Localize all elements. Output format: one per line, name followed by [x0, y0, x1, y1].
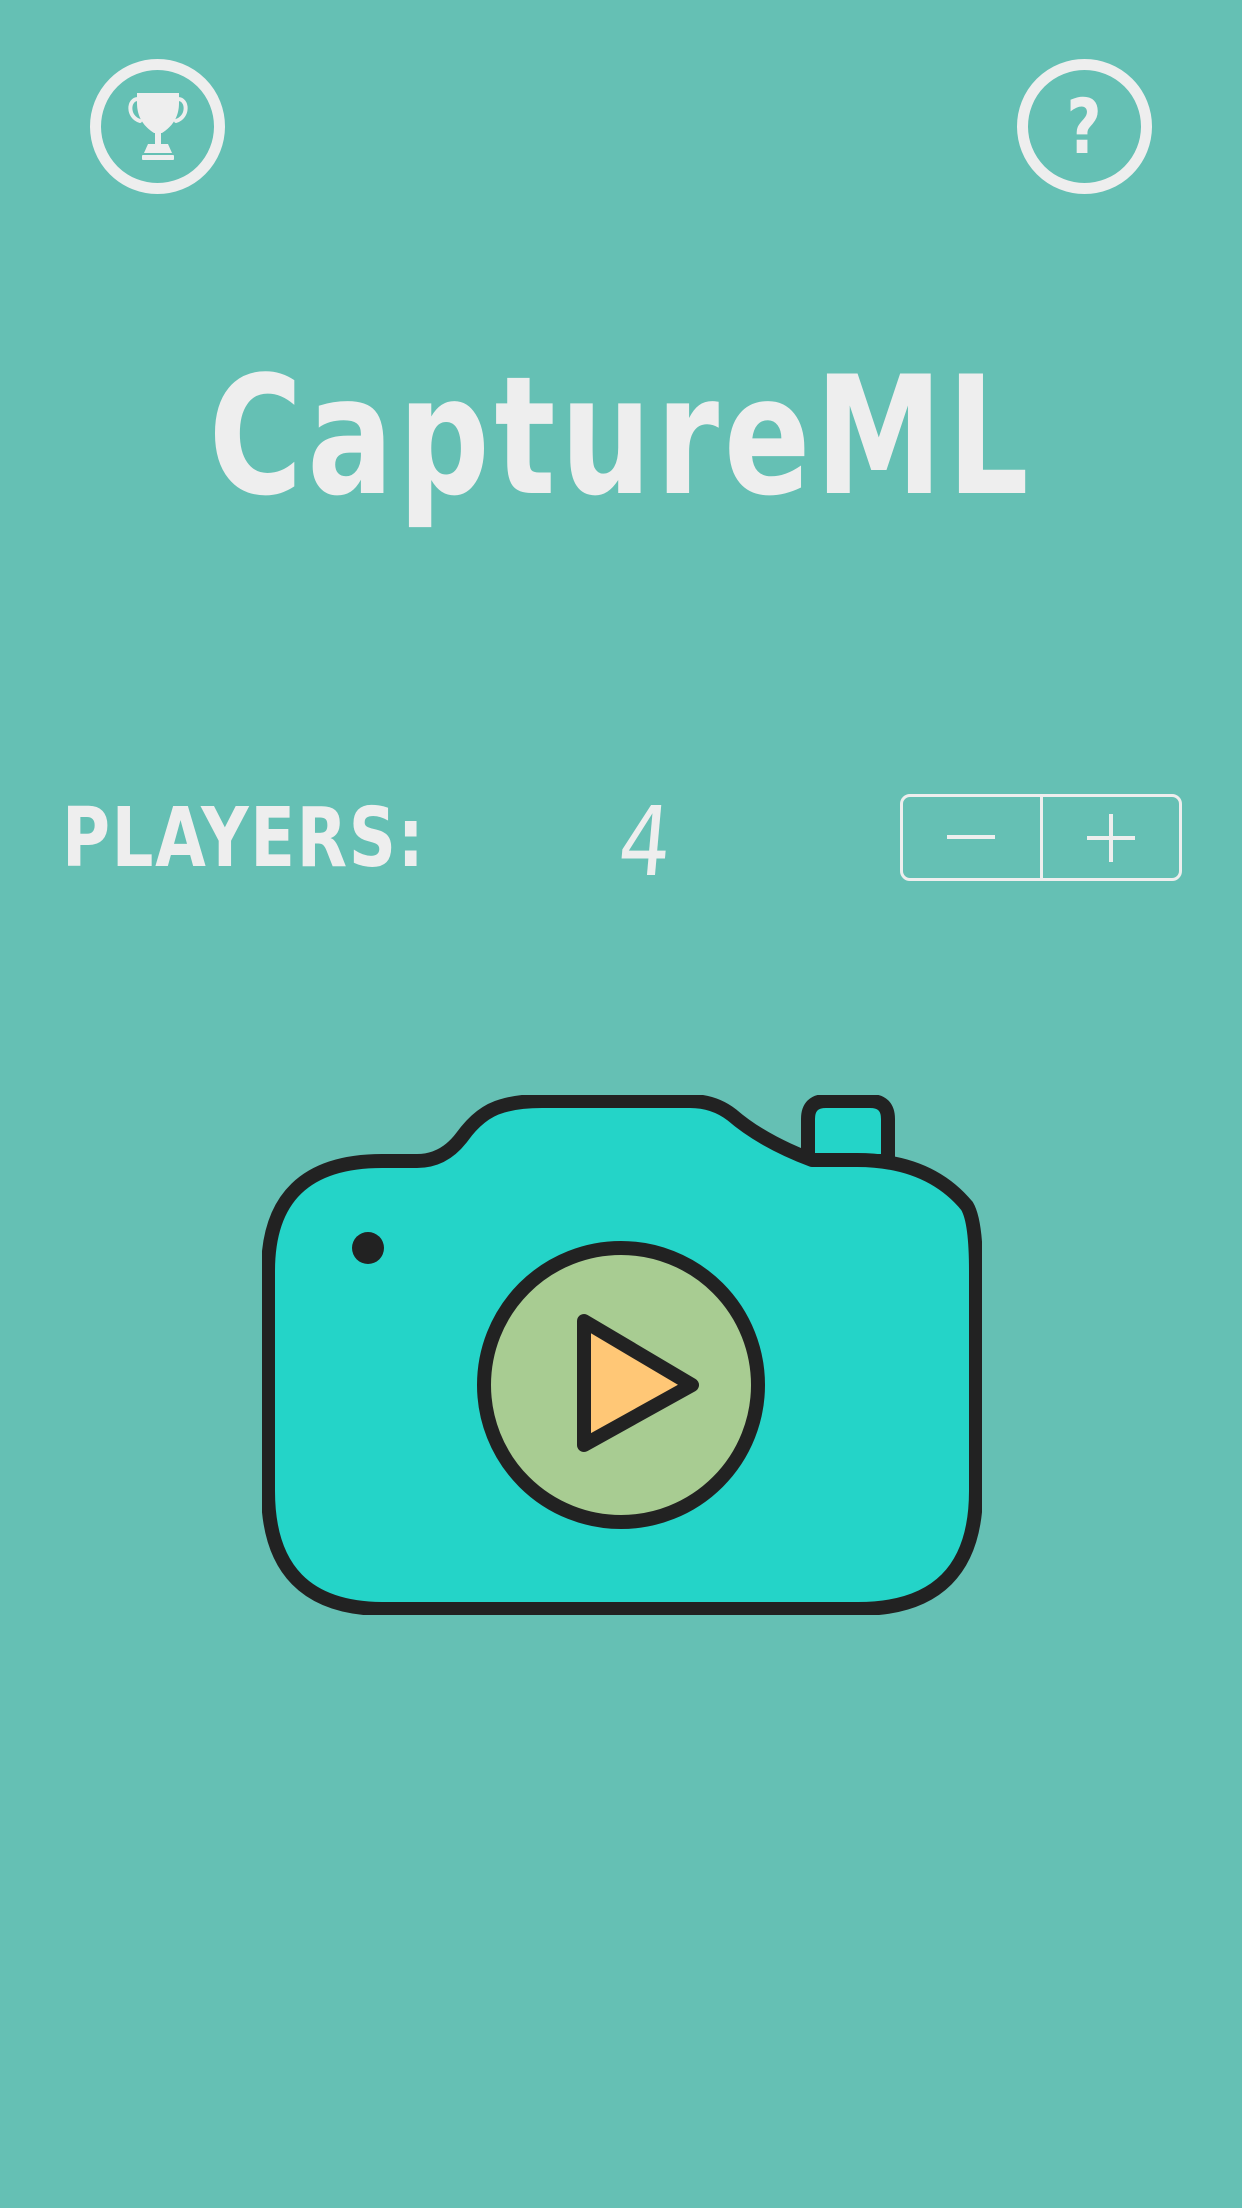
increment-players-button[interactable]	[1043, 797, 1180, 878]
plus-icon	[1086, 813, 1135, 862]
minus-icon	[947, 834, 996, 839]
start-game-button[interactable]	[262, 1095, 982, 1615]
camera-play-icon	[262, 1095, 982, 1615]
question-mark-icon: ?	[1066, 81, 1103, 171]
decrement-players-button[interactable]	[903, 797, 1040, 878]
players-label: PLAYERS:	[62, 791, 426, 886]
trophy-icon	[127, 92, 188, 160]
help-button[interactable]: ?	[1017, 59, 1152, 194]
players-count: 4	[614, 786, 676, 898]
leaderboard-button[interactable]	[90, 59, 225, 194]
players-row: PLAYERS: 4	[0, 786, 1242, 898]
players-stepper	[900, 794, 1182, 881]
app-title: CaptureML	[208, 341, 1034, 532]
